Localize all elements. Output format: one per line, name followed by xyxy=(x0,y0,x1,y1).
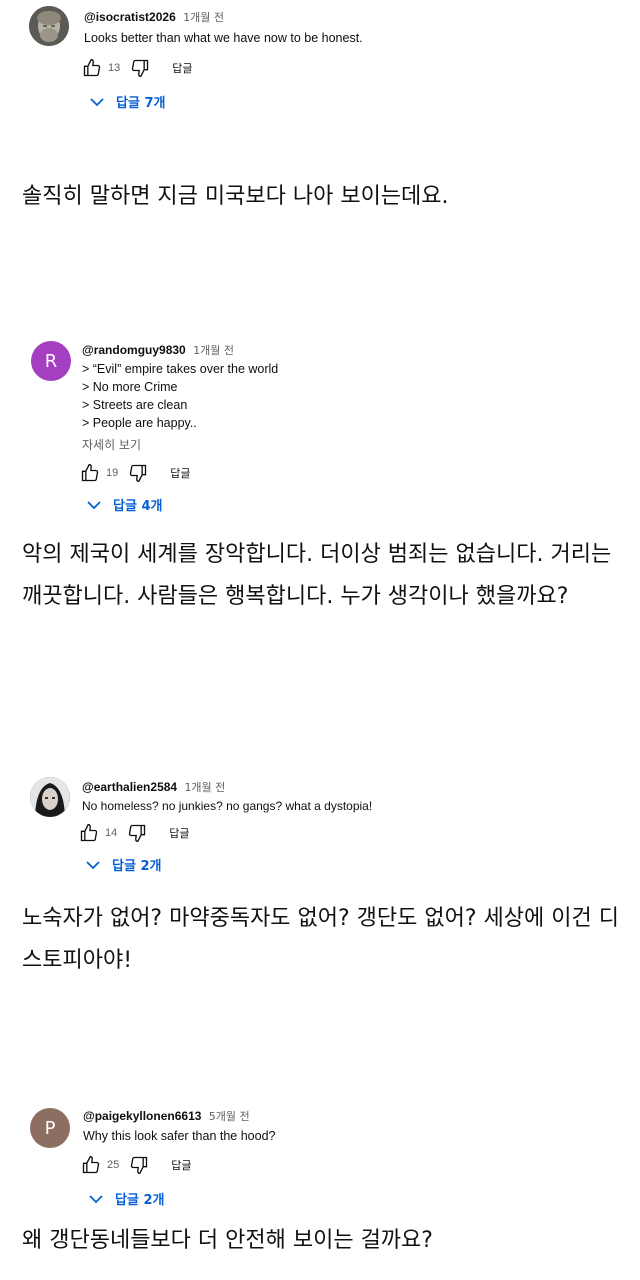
thumbs-up-icon[interactable] xyxy=(80,463,100,483)
comment-time: 1개월 전 xyxy=(183,11,224,24)
comment-header: @earthalien2584 1개월 전 xyxy=(82,779,225,795)
comment-author[interactable]: @paigekyllonen6613 xyxy=(83,1109,201,1123)
replies-label: 답글 4개 xyxy=(113,499,163,514)
view-replies-button[interactable]: 답글 4개 xyxy=(87,495,162,514)
view-replies-button[interactable]: 답글 7개 xyxy=(90,92,165,111)
avatar-letter: R xyxy=(44,350,58,372)
read-more-link[interactable]: 자세히 보기 xyxy=(82,436,141,453)
thumbs-down-icon[interactable] xyxy=(130,58,150,78)
comment-text: Why this look safer than the hood? xyxy=(83,1129,276,1143)
avatar-p[interactable]: P xyxy=(30,1108,70,1148)
comment-text: > Streets are clean xyxy=(82,398,188,412)
statue-avatar-icon[interactable] xyxy=(29,6,69,46)
reply-button[interactable]: 답글 xyxy=(171,1157,191,1173)
replies-label: 답글 7개 xyxy=(116,96,166,111)
chevron-down-icon xyxy=(90,97,104,106)
replies-label: 답글 2개 xyxy=(115,1193,165,1208)
thumbs-down-icon[interactable] xyxy=(128,463,148,483)
comment-actions: 14 답글 xyxy=(79,822,190,844)
comment-author[interactable]: @isocratist2026 xyxy=(84,10,176,24)
view-replies-button[interactable]: 답글 2개 xyxy=(89,1189,164,1208)
thumbs-down-icon[interactable] xyxy=(127,823,147,843)
thumbs-down-icon[interactable] xyxy=(129,1155,149,1175)
chevron-down-icon xyxy=(87,500,101,509)
view-replies-button[interactable]: 답글 2개 xyxy=(86,855,161,874)
comment-header: @paigekyllonen6613 5개월 전 xyxy=(83,1108,250,1124)
like-count: 14 xyxy=(105,827,118,839)
comment-actions: 25 답글 xyxy=(81,1154,192,1176)
comment-text: Looks better than what we have now to be… xyxy=(84,31,363,45)
avatar-r[interactable]: R xyxy=(31,341,71,381)
comment-actions: 19 답글 xyxy=(80,462,191,484)
reply-button[interactable]: 답글 xyxy=(170,465,190,481)
chevron-down-icon xyxy=(89,1194,103,1203)
translation-text: 솔직히 말하면 지금 미국보다 나아 보이는데요. xyxy=(22,184,449,209)
avatar-letter: P xyxy=(44,1117,56,1139)
comment-actions: 13 답글 xyxy=(82,57,193,79)
thumbs-up-icon[interactable] xyxy=(81,1155,101,1175)
thumbs-up-icon[interactable] xyxy=(79,823,99,843)
translation-text: 왜 갱단동네들보다 더 안전해 보이는 걸까요? xyxy=(22,1228,433,1253)
translation-text: 악의 제국이 세계를 장악합니다. 더이상 범죄는 없습니다. 거리는 깨끗합니… xyxy=(22,542,612,609)
comment-header: @randomguy9830 1개월 전 xyxy=(82,342,234,358)
reply-button[interactable]: 답글 xyxy=(172,60,192,76)
comment-time: 5개월 전 xyxy=(208,1110,250,1123)
comment-author[interactable]: @randomguy9830 xyxy=(82,343,186,357)
reply-button[interactable]: 답글 xyxy=(169,825,189,841)
portrait-avatar-icon[interactable] xyxy=(30,777,70,817)
translation-text: 노숙자가 없어? 마약중독자도 없어? 갱단도 없어? 세상에 이건 디스토피아… xyxy=(22,906,619,973)
thumbs-up-icon[interactable] xyxy=(82,58,102,78)
replies-label: 답글 2개 xyxy=(112,859,162,874)
comment-text: > People are happy.. xyxy=(82,416,197,430)
like-count: 25 xyxy=(107,1159,120,1171)
comment-author[interactable]: @earthalien2584 xyxy=(82,780,177,794)
comment-text: > “Evil” empire takes over the world xyxy=(82,362,279,376)
comment-time: 1개월 전 xyxy=(193,344,234,357)
comment-time: 1개월 전 xyxy=(184,781,226,794)
like-count: 19 xyxy=(106,467,119,479)
like-count: 13 xyxy=(108,62,121,74)
comment-text: > No more Crime xyxy=(82,380,178,394)
chevron-down-icon xyxy=(86,860,100,869)
comment-text: No homeless? no junkies? no gangs? what … xyxy=(82,799,373,813)
comment-header: @isocratist2026 1개월 전 xyxy=(84,9,224,25)
